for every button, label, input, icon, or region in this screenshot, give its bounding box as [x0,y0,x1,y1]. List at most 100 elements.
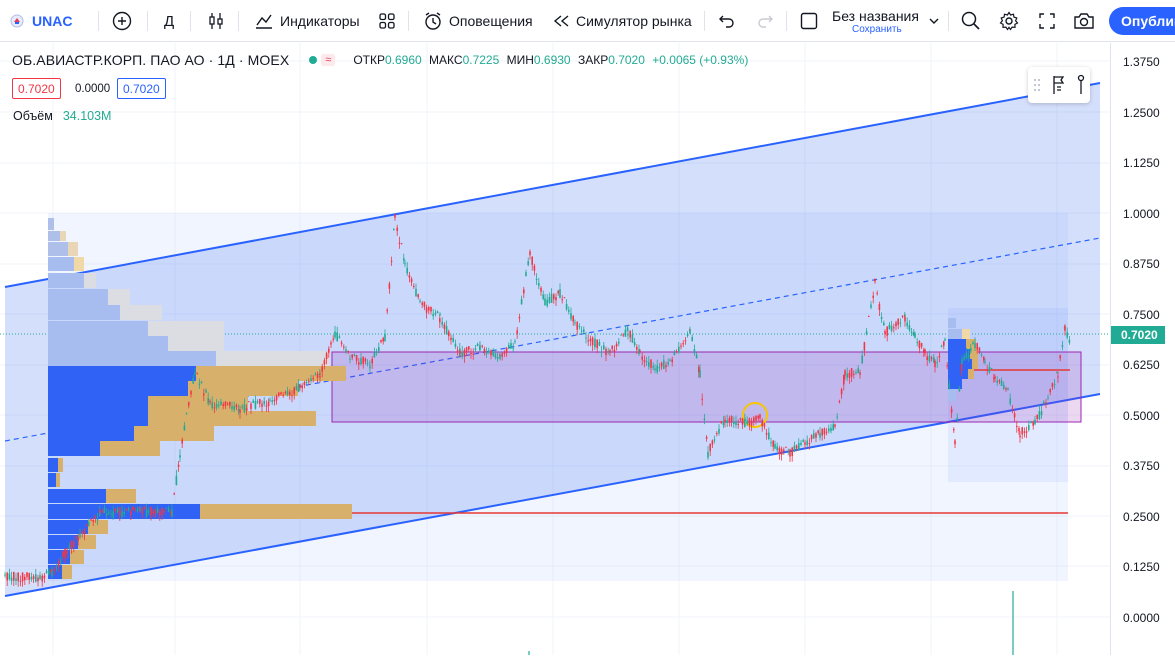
candle-body [791,447,793,456]
candle-body [55,567,58,569]
candle-body [609,350,611,353]
fullscreen-button[interactable] [1038,0,1056,42]
candle-body [538,283,540,286]
layout-name-button[interactable]: Без названия Сохранить [832,0,919,42]
candle-body [439,318,441,323]
candle-body [920,342,923,347]
candle-body [828,428,830,432]
candle-body [861,355,863,364]
candle-body [994,376,996,379]
data-status-icon[interactable]: ≈ [321,54,336,66]
candle-body [21,572,24,582]
candle-body [119,507,121,516]
redo-button[interactable] [756,0,774,42]
candle-body [886,326,888,336]
candle-body [883,322,885,326]
grid-icon [379,13,395,29]
candle-body [930,357,933,359]
undo-button[interactable] [718,0,736,42]
publish-button[interactable]: Опублик [1109,7,1175,35]
candle-body [533,265,536,271]
templates-button[interactable] [378,0,396,42]
candle-body [94,517,97,520]
candle-body [154,510,157,514]
price-tick: 0.8750 [1123,257,1160,271]
pin-icon[interactable] [1077,74,1085,96]
candle-body [868,315,870,317]
candle-body [353,354,356,357]
low-label: МИН [506,53,534,67]
candle-body [4,574,6,576]
snapshot-button[interactable] [1073,0,1095,42]
symbol-search-button[interactable]: UNAC [10,0,72,42]
settings-button[interactable] [999,0,1019,42]
candle-body [1049,389,1051,393]
indicators-button[interactable]: Индикаторы [254,0,360,42]
candle-body [419,300,421,302]
candle-body [439,313,441,316]
candle-body [375,352,378,354]
layout-dropdown-button[interactable] [928,0,940,42]
candle-body [813,433,815,439]
candle-body [476,343,479,347]
candle-body [1066,332,1068,338]
candle-body [705,436,708,439]
candle-body [349,358,351,360]
flag-icon[interactable] [1051,74,1067,96]
candle-body [703,418,706,421]
volume-legend[interactable]: Объём 34.103M [13,109,111,123]
candle-body [297,384,300,393]
candle-body [481,345,483,347]
search-button[interactable] [961,0,981,42]
chart-canvas[interactable] [0,43,1110,655]
candle-body [77,537,79,541]
alerts-button[interactable]: Оповещения [423,0,533,42]
buy-price-button[interactable]: 0.7020 [117,78,166,99]
candle-body [899,322,902,324]
candle-body [789,449,791,457]
candle-body [338,336,341,338]
candle-body [177,464,180,467]
fullscreen-icon [1039,13,1055,29]
candle-body [1007,388,1009,391]
chart-pane[interactable] [0,43,1110,655]
candle-body [733,421,735,424]
candle-body [425,307,428,313]
candle-body [330,342,332,345]
candle-body [237,409,240,412]
ohlc-values: ОТКР0.6960 МАКС0.7225 МИН0.6930 ЗАКР0.70… [353,53,752,67]
candle-body [680,345,682,347]
candle-body [490,350,492,356]
candle-body [916,342,918,344]
candle-body [943,341,945,346]
candle-body [800,442,802,445]
candle-body [57,560,60,567]
candle-body [295,386,298,390]
candle-body [1019,435,1021,438]
candle-body [587,340,589,342]
candle-body [574,322,576,324]
sell-price-button[interactable]: 0.7020 [12,78,61,99]
candle-body [413,286,415,288]
symbol-title[interactable]: ОБ.АВИАСТР.КОРП. ПАО АО · 1Д · MOEX [12,52,289,68]
candle-body [589,338,592,342]
search-icon [961,11,980,30]
layout-button[interactable] [800,0,818,42]
candle-body [39,575,41,579]
candle-body [68,545,71,549]
candle-body [70,541,73,549]
candle-body [384,334,386,342]
compare-button[interactable] [112,0,132,42]
close-value: 0.7020 [608,53,645,67]
candle-body [576,322,578,330]
candle-body [840,389,843,395]
candle-body [479,345,481,350]
price-axis[interactable]: 1.3750 1.2500 1.1250 1.0000 0.8750 0.750… [1110,43,1175,655]
last-price-label: 0.7020 [1111,326,1165,344]
replay-button[interactable]: Симулятор рынка [552,0,692,42]
interval-button[interactable]: Д [164,0,174,42]
candle-body [819,432,821,438]
candle-body [872,295,874,298]
drag-handle-icon[interactable] [1033,77,1041,93]
chart-type-button[interactable] [206,0,226,42]
